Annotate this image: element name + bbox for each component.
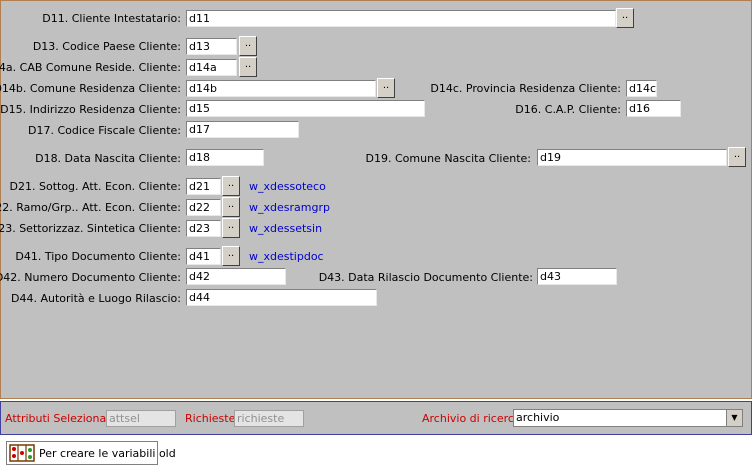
archivio-select[interactable]: archivio ▼ xyxy=(513,409,743,427)
label-d23: D23. Settorizzaz. Sintetica Cliente: xyxy=(0,222,181,235)
label-d17: D17. Codice Fiscale Cliente: xyxy=(28,124,181,137)
label-d21: D21. Sottog. Att. Econ. Cliente: xyxy=(9,180,181,193)
label-d15: D15. Indirizzo Residenza Cliente: xyxy=(0,103,181,116)
input-d21[interactable]: d21 xyxy=(186,178,221,195)
label-d14c: D14c. Provincia Residenza Cliente: xyxy=(430,82,621,95)
input-d41[interactable]: d41 xyxy=(186,248,221,265)
lookup-button-d14a[interactable]: .. xyxy=(239,57,257,77)
label-d22: D22. Ramo/Grp.. Att. Econ. Cliente: xyxy=(0,201,181,214)
input-d44[interactable]: d44 xyxy=(186,289,377,306)
input-d19[interactable]: d19 xyxy=(537,149,727,166)
desc-d22: w_xdesramgrp xyxy=(249,201,330,214)
form-panel: D11. Cliente Intestatario: d11 .. D13. C… xyxy=(0,0,752,399)
search-attributes-bar: Attributi Selezionati: attsel Richieste:… xyxy=(0,401,752,435)
input-d14c[interactable]: d14c xyxy=(626,80,657,97)
label-d14a: D14a. CAB Comune Reside. Cliente: xyxy=(0,61,181,74)
abacus-icon xyxy=(9,444,35,462)
input-d42[interactable]: d42 xyxy=(186,268,286,285)
lookup-button-d41[interactable]: .. xyxy=(222,246,240,266)
richieste-input[interactable]: richieste xyxy=(234,410,304,427)
label-d18: D18. Data Nascita Cliente: xyxy=(35,152,181,165)
lookup-button-d23[interactable]: .. xyxy=(222,218,240,238)
lookup-button-d14b[interactable]: .. xyxy=(377,78,395,98)
create-old-variables-label: Per creare le variabili old xyxy=(39,447,176,460)
input-d16[interactable]: d16 xyxy=(626,100,681,117)
label-d14b: D14b. Comune Residenza Cliente: xyxy=(0,82,181,95)
attributi-label: Attributi Selezionati: xyxy=(5,412,118,425)
input-d11[interactable]: d11 xyxy=(186,10,616,27)
input-d14b[interactable]: d14b xyxy=(186,80,376,97)
label-d11: D11. Cliente Intestatario: xyxy=(42,12,181,25)
label-d42: D42. Numero Documento Cliente: xyxy=(0,271,181,284)
input-d43[interactable]: d43 xyxy=(537,268,617,285)
input-d18[interactable]: d18 xyxy=(186,149,264,166)
input-d23[interactable]: d23 xyxy=(186,220,221,237)
lookup-button-d19[interactable]: .. xyxy=(728,147,746,167)
input-d14a[interactable]: d14a xyxy=(186,59,237,76)
input-d22[interactable]: d22 xyxy=(186,199,221,216)
label-d44: D44. Autorità e Luogo Rilascio: xyxy=(10,292,181,305)
lookup-button-d13[interactable]: .. xyxy=(239,36,257,56)
label-d13: D13. Codice Paese Cliente: xyxy=(32,40,181,53)
desc-d21: w_xdessoteco xyxy=(249,180,326,193)
label-d41: D41. Tipo Documento Cliente: xyxy=(15,250,181,263)
desc-d23: w_xdessetsin xyxy=(249,222,323,235)
input-d17[interactable]: d17 xyxy=(186,121,299,138)
archivio-label: Archivio di ricerca: xyxy=(422,412,525,425)
label-d16: D16. C.A.P. Cliente: xyxy=(515,103,621,116)
create-old-variables-button[interactable]: Per creare le variabili old xyxy=(6,441,176,465)
attributi-input[interactable]: attsel xyxy=(106,410,176,427)
input-d15[interactable]: d15 xyxy=(186,100,425,117)
lookup-button-d21[interactable]: .. xyxy=(222,176,240,196)
input-d13[interactable]: d13 xyxy=(186,38,237,55)
chevron-down-icon[interactable]: ▼ xyxy=(726,410,742,426)
lookup-button-d11[interactable]: .. xyxy=(616,8,634,28)
label-d19: D19. Comune Nascita Cliente: xyxy=(365,152,531,165)
archivio-value: archivio xyxy=(516,411,560,424)
lookup-button-d22[interactable]: .. xyxy=(222,197,240,217)
desc-d41: w_xdestipdoc xyxy=(249,250,324,263)
label-d43: D43. Data Rilascio Documento Cliente: xyxy=(318,271,533,284)
richieste-label: Richieste: xyxy=(185,412,240,425)
